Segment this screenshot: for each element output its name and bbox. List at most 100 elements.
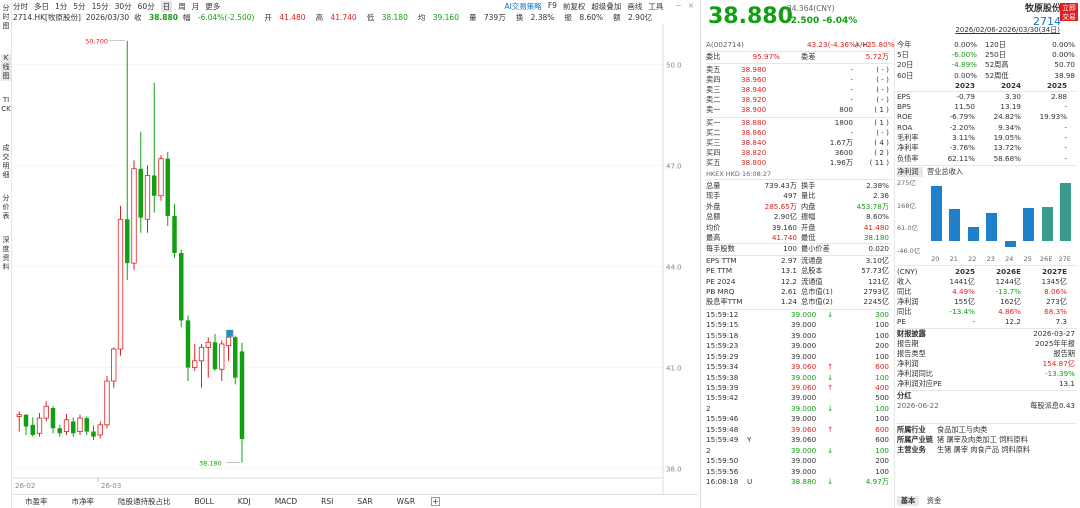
tool-4[interactable]: 画线 (627, 1, 642, 12)
tool-3[interactable]: 超级叠加 (591, 1, 621, 12)
indicator-tab-0[interactable]: 市盈率 (25, 496, 48, 507)
forecast-val-2-3: 273亿 (1046, 296, 1067, 306)
forecast-head-1: 2025 (954, 266, 975, 276)
period-7[interactable]: 日 (160, 0, 173, 12)
stat-value-4: 39.160 (771, 222, 797, 232)
fin-bar (949, 209, 961, 242)
stat-label2-0: 换手 (801, 181, 816, 190)
ask-price-2: 38.940 (741, 85, 767, 95)
cny-price: 34.364(CNY) (787, 4, 835, 13)
tick-vol-6: 100 (875, 372, 889, 382)
stat-label2-5: 最低 (801, 233, 816, 242)
stat-label2-9: 流通值 (801, 276, 823, 286)
tick-up-icon: ↑ (827, 424, 834, 434)
candle-body (30, 424, 35, 435)
indicator-tabs: 市盈率 市净率 陆股通持股占比 BOLL KDJ MACD RSI SAR W&R + (13, 494, 698, 508)
close-icon[interactable]: × (688, 1, 694, 12)
left-tab-2[interactable]: TICK (1, 96, 11, 114)
fin-val-4-1: 3.11% (952, 133, 975, 142)
forecast-val-0-2: 1244亿 (995, 276, 1021, 286)
info-volume: 739万 (483, 13, 506, 22)
fin-tab-0[interactable]: 净利润 (897, 166, 923, 177)
period-4[interactable]: 15分 (92, 1, 109, 12)
stat-value-5: 41.740 (771, 233, 797, 242)
fin-val-3-3: - (1064, 122, 1067, 132)
fin-tab-1[interactable]: 营业总收入 (927, 167, 977, 177)
trade-button[interactable]: 立即交易 (1060, 3, 1078, 21)
left-tab-3[interactable]: 成交明细 (1, 144, 11, 180)
bid-price-1: 38.860 (741, 127, 767, 137)
report-val-0: 2025年年报 (1035, 338, 1075, 348)
footer-tab-0[interactable]: 基本 (897, 496, 919, 506)
tick-price-9: 39.000 (791, 403, 817, 413)
wb-label: 委比 (706, 52, 721, 61)
wc-label: 委差 (801, 52, 816, 61)
info-date: 2026/03/30 (85, 13, 130, 22)
period-1[interactable]: 多日 (34, 1, 49, 12)
tick-time-3: 15:59:23 (706, 341, 739, 351)
indicator-tab-3[interactable]: BOLL (195, 497, 214, 506)
period-10[interactable]: 更多 (205, 1, 220, 12)
stat-label2-7: 流通盘 (801, 255, 823, 265)
y-tick-label: 41.0 (666, 365, 682, 373)
tick-price-15: 39.000 (791, 466, 817, 476)
add-indicator-icon[interactable]: + (431, 497, 441, 506)
period-0[interactable]: 分时 (13, 1, 28, 12)
event-marker-icon (226, 329, 234, 337)
stat-value2-4: 41.480 (863, 222, 889, 232)
fin-val-4-2: 19.05% (993, 133, 1021, 142)
indicator-tab-5[interactable]: MACD (275, 497, 297, 506)
tool-5[interactable]: 工具 (648, 1, 663, 12)
candle-body (23, 414, 29, 427)
ask-label-1: 卖四 (706, 75, 721, 85)
ask-count-0: ( - ) (876, 65, 889, 74)
tool-1[interactable]: F9 (548, 1, 557, 12)
bid-price-4: 38.800 (741, 157, 767, 167)
report-val-2: 154.87亿 (1042, 358, 1075, 368)
stat-label2-8: 总股本 (801, 266, 823, 276)
tool-2[interactable]: 前复权 (563, 1, 586, 12)
kline-chart[interactable]: 50.0 47.0 44.0 41.0 38.0 50.700 38.180 26-02 26-… (13, 24, 698, 494)
wc-value: 5.72万 (865, 52, 889, 61)
period-3[interactable]: 5分 (73, 1, 85, 12)
indicator-tab-4[interactable]: KDJ (238, 497, 251, 506)
footer-tab-1[interactable]: 资金 (923, 496, 945, 506)
x-tick-label: 26-02 (15, 482, 35, 490)
ask-vol-0: - (850, 65, 853, 74)
left-tab-5[interactable]: 深度资料 (1, 236, 11, 272)
indicator-tab-1[interactable]: 市净率 (72, 496, 95, 507)
tool-0[interactable]: AI交易策略 (504, 1, 541, 12)
period-6[interactable]: 60分 (138, 1, 155, 12)
indicator-tab-2[interactable]: 陆股通持股占比 (118, 496, 171, 507)
tick-vol-0: 300 (875, 309, 889, 319)
forecast-head-0: (CNY) (897, 266, 918, 276)
left-tab-4[interactable]: 分价表 (1, 194, 11, 221)
period-2[interactable]: 1分 (55, 1, 67, 12)
period-9[interactable]: 月 (192, 1, 200, 12)
bar-xlabel-5: 25 (1023, 254, 1032, 263)
stat-value2-1: 2.36 (872, 191, 889, 201)
y-tick-label: 47.0 (666, 162, 682, 170)
tick-price-6: 39.000 (791, 372, 817, 382)
stat-label2-2: 内盘 (801, 201, 816, 211)
tick-time-4: 15:59:29 (706, 351, 739, 361)
candle-body (91, 431, 96, 437)
period-5[interactable]: 30分 (115, 1, 132, 12)
ask-vol-1: - (850, 75, 853, 85)
forecast-val-1-3: 8.06% (1044, 286, 1067, 296)
indicator-tab-8[interactable]: W&R (397, 497, 415, 506)
period-8[interactable]: 周 (178, 1, 186, 12)
bid-label-4: 买五 (706, 157, 721, 167)
info-change: -6.04%(-2.500) (197, 13, 255, 22)
indicator-tab-7[interactable]: SAR (357, 497, 372, 506)
ask-vol-4: 800 (839, 105, 853, 115)
stat-value-3: 2.90亿 (773, 212, 797, 222)
industry-label-2: 主营业务 (897, 444, 926, 454)
fin-label-5: 净利率 (897, 143, 919, 153)
left-tab-0[interactable]: 分时图 (1, 4, 11, 31)
wb-value: 95.97% (752, 52, 780, 61)
minimize-icon[interactable]: − (675, 1, 681, 12)
fin-year-0: 2023 (954, 80, 975, 90)
left-tab-1[interactable]: K线图 (1, 54, 11, 81)
indicator-tab-6[interactable]: RSI (321, 497, 333, 506)
